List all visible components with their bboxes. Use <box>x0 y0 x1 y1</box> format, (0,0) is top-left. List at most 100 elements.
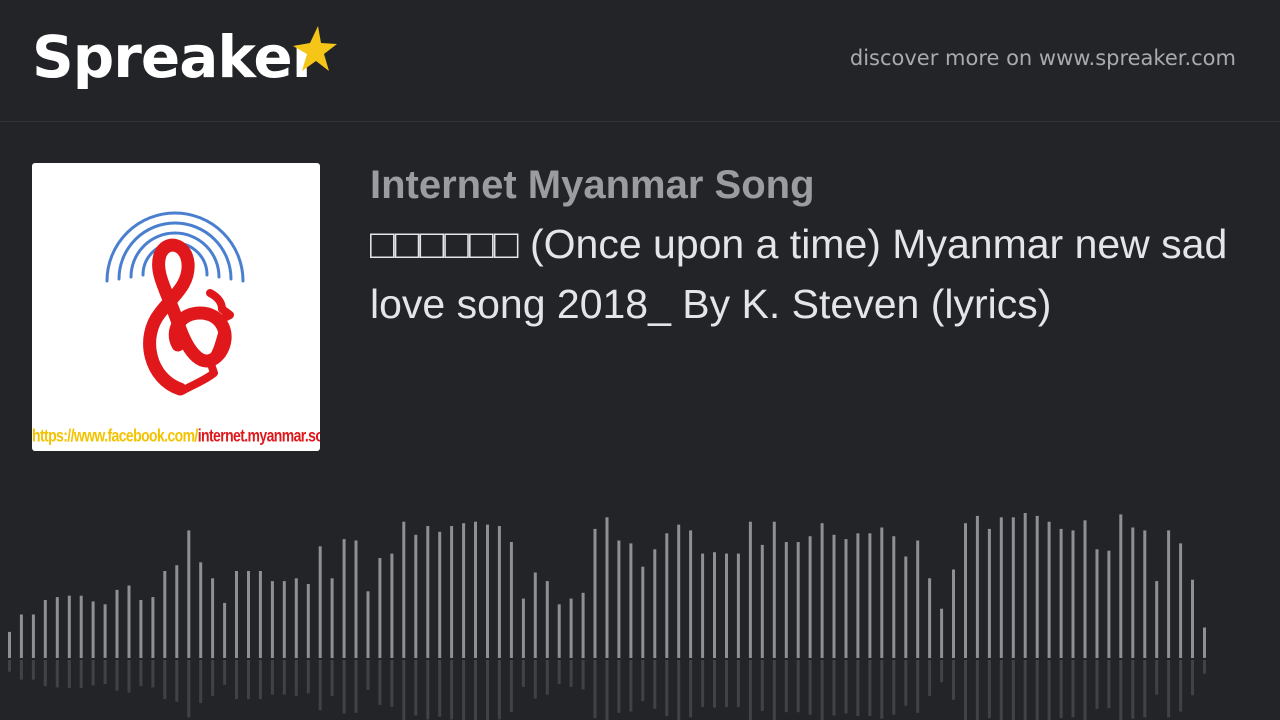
waveform-bar <box>629 543 633 658</box>
waveform-bar-reflection <box>1155 660 1159 695</box>
waveform-bar-reflection <box>223 660 227 685</box>
waveform-bar <box>1095 549 1099 659</box>
waveform-bar-reflection <box>605 660 609 720</box>
waveform-bar <box>8 631 11 658</box>
waveform-bar <box>258 571 262 658</box>
waveform-bar-reflection <box>928 660 932 696</box>
show-title[interactable]: Internet Myanmar Song <box>370 160 815 210</box>
waveform-bar-reflection <box>533 660 537 699</box>
spreaker-logo[interactable]: Spreaker <box>32 22 320 92</box>
waveform-bar <box>1071 530 1075 658</box>
waveform-bar <box>474 521 477 658</box>
waveform-bar-reflection <box>593 660 597 719</box>
waveform-bar-reflection <box>999 660 1003 720</box>
waveform-bar-reflection <box>127 660 131 693</box>
waveform-bar <box>1167 530 1171 658</box>
waveform-bar-reflection <box>55 660 59 688</box>
waveform-bar <box>1107 550 1111 658</box>
waveform-bar <box>103 604 107 658</box>
waveform-bar <box>318 546 322 658</box>
waveform-bar <box>964 523 967 658</box>
waveform-bar <box>952 569 955 658</box>
waveform-bar <box>617 540 621 658</box>
waveform-bar-reflection <box>247 660 250 700</box>
waveform-bar <box>844 539 848 658</box>
waveform-bar <box>306 584 310 658</box>
waveform-bar <box>880 527 884 658</box>
waveform-bar <box>115 589 119 658</box>
waveform-bar <box>545 581 549 658</box>
waveform-bar-reflection <box>19 660 23 680</box>
waveform-bar <box>689 530 693 658</box>
waveform-bar <box>91 601 95 658</box>
waveform-bar <box>521 598 525 658</box>
waveform-bar <box>486 524 489 658</box>
waveform-bar <box>725 553 728 658</box>
waveform-bar <box>1191 579 1194 658</box>
waveform-bar <box>784 542 788 658</box>
waveform-bar-reflection <box>701 660 705 707</box>
waveform-bar <box>509 542 513 658</box>
waveform-bar-reflection <box>975 660 979 720</box>
waveform-bar-reflection <box>163 660 167 700</box>
waveform-bar <box>378 558 382 658</box>
waveform-bar <box>330 578 334 659</box>
waveform-bar-reflection <box>115 660 119 691</box>
waveform-bar-reflection <box>1143 660 1147 718</box>
waveform-bar <box>916 540 920 658</box>
podcast-cover-art[interactable]: https://www.facebook.com/internet.myanma… <box>32 163 320 451</box>
waveform-bar-reflection <box>987 660 991 719</box>
waveform-bar-reflection <box>880 660 884 719</box>
waveform-bar-reflection <box>474 660 477 720</box>
waveform-bar-reflection <box>952 660 955 700</box>
waveform-bar <box>187 530 191 658</box>
waveform-bar <box>1059 528 1063 658</box>
waveform-bar-reflection <box>904 660 908 706</box>
waveform-bar-reflection <box>725 660 728 707</box>
discover-more-link[interactable]: discover more on www.spreaker.com <box>850 46 1236 70</box>
waveform-bar <box>127 585 131 658</box>
waveform-bar <box>235 571 238 658</box>
waveform-bar-reflection <box>509 660 513 713</box>
waveform-bar <box>653 549 657 659</box>
waveform-bar-reflection <box>378 660 382 705</box>
waveform-bar-reflection <box>1107 660 1111 709</box>
waveform-bar-reflection <box>486 660 489 720</box>
waveform-bar <box>175 565 179 658</box>
waveform-bar-reflection <box>1083 660 1087 720</box>
waveform-bar-reflection <box>258 660 262 700</box>
waveform-bar-reflection <box>1047 660 1051 720</box>
waveform-bar <box>247 571 250 658</box>
waveform-bar <box>139 600 143 658</box>
facebook-url-caption: https://www.facebook.com/internet.myanma… <box>32 422 320 450</box>
waveform-bar-reflection <box>653 660 657 709</box>
waveform-bar <box>581 592 585 659</box>
star-icon <box>293 26 337 71</box>
waveform-bar <box>223 602 227 658</box>
waveform-bar-reflection <box>677 660 681 720</box>
waveform-bar <box>987 528 991 658</box>
waveform-bar <box>1131 527 1135 658</box>
waveform-bar <box>450 526 454 658</box>
waveform-bar <box>294 578 298 659</box>
waveform-bar <box>163 571 167 658</box>
waveform-bar <box>892 536 896 658</box>
waveform-bar-reflection <box>557 660 561 685</box>
waveform-bar-reflection <box>856 660 860 717</box>
waveform-bar-reflection <box>1131 660 1135 719</box>
waveform-bar <box>533 572 537 658</box>
waveform-bar-reflection <box>8 660 11 672</box>
waveform-bar-reflection <box>713 660 716 708</box>
waveform-bar <box>1119 514 1123 658</box>
waveform-bar-reflection <box>760 660 764 711</box>
waveform-bar-reflection <box>940 660 944 683</box>
waveform-bar <box>199 562 203 658</box>
waveform-bar-reflection <box>641 660 645 702</box>
waveform-bar-reflection <box>1035 660 1039 720</box>
waveform-bar-reflection <box>581 660 585 690</box>
waveform-bar-reflection <box>844 660 848 714</box>
waveform-bar <box>67 595 71 659</box>
waveform-bar-reflection <box>784 660 788 713</box>
waveform-bar-reflection <box>354 660 358 713</box>
waveform-bar-reflection <box>545 660 549 695</box>
